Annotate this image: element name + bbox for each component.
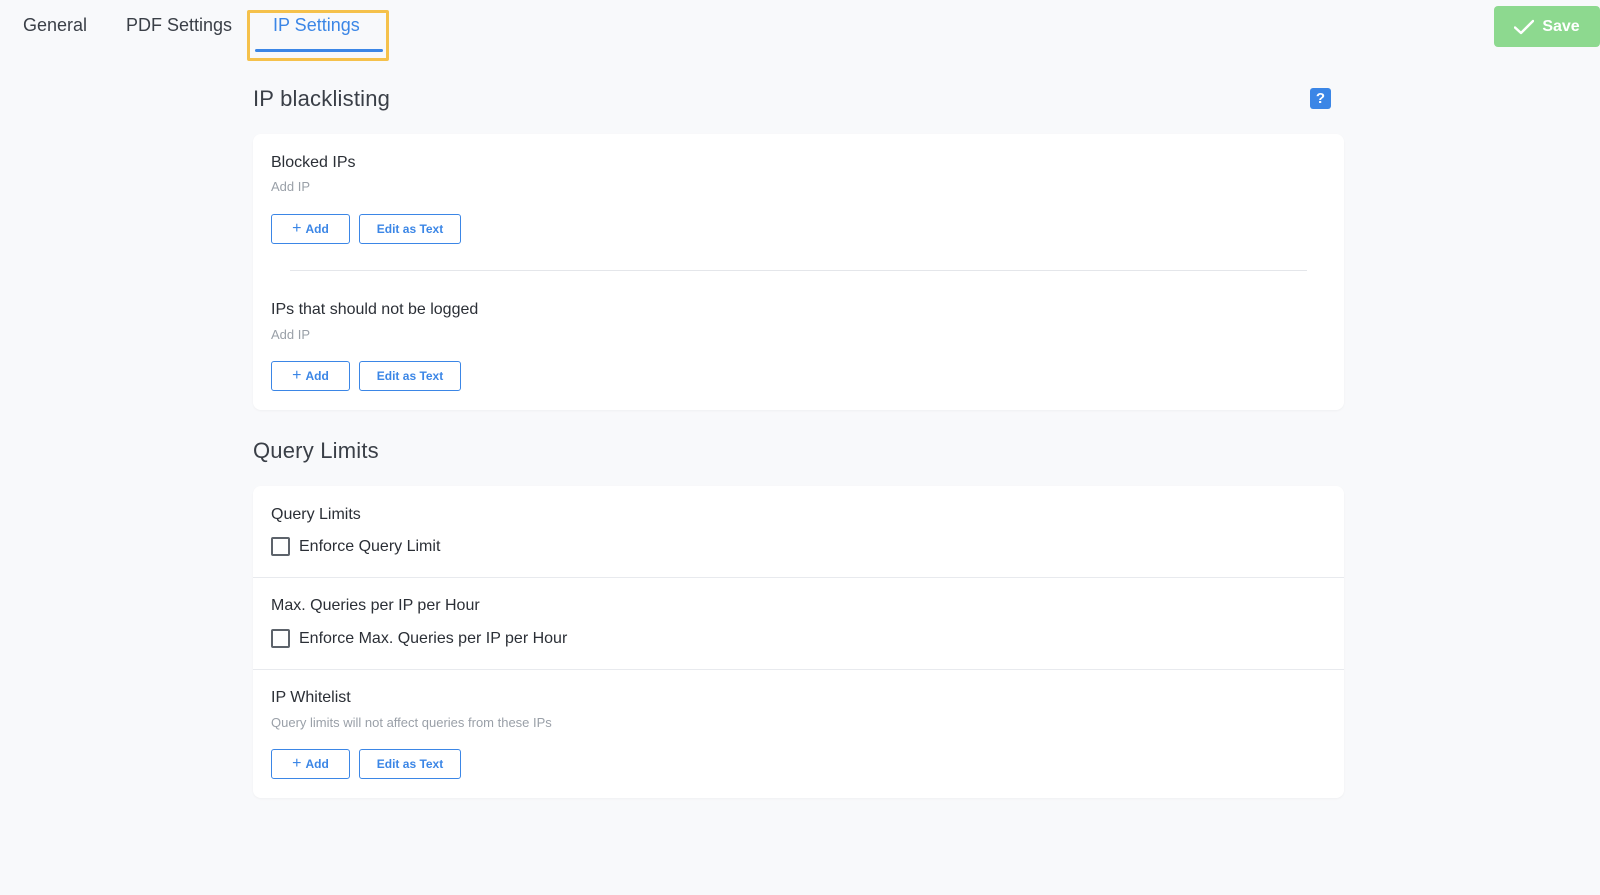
enforce-max-queries-checkbox[interactable]: Enforce Max. Queries per IP per Hour [271,629,567,648]
not-logged-ips-desc: Add IP [271,327,311,342]
blocked-ips-desc: Add IP [271,179,311,194]
tab-general[interactable]: General [23,14,87,36]
max-queries-title: Max. Queries per IP per Hour [271,597,480,614]
checkbox-label: Enforce Max. Queries per IP per Hour [299,629,568,647]
enforce-query-limit-checkbox[interactable]: Enforce Query Limit [271,537,440,556]
save-button[interactable]: Save [1494,6,1600,47]
ip-whitelist-edit-as-text-button[interactable]: Edit as Text [359,749,461,779]
checkbox-label: Enforce Query Limit [299,537,441,555]
divider [290,270,1307,271]
add-label: Add [305,222,329,236]
plus-icon: + [292,367,302,384]
row-divider [253,577,1344,578]
plus-icon: + [292,220,302,237]
not-logged-ips-title: IPs that should not be logged [271,301,479,318]
ip-whitelist-title: IP Whitelist [271,689,351,706]
blocked-ips-title: Blocked IPs [271,154,356,171]
blocked-ips-edit-as-text-button[interactable]: Edit as Text [359,214,461,244]
ip-whitelist-add-button[interactable]: + Add [271,749,350,779]
not-logged-ips-edit-as-text-button[interactable]: Edit as Text [359,361,461,391]
query-limits-card: Query Limits Enforce Query Limit Max. Qu… [253,486,1344,798]
checkbox-box[interactable] [271,629,290,648]
add-label: Add [305,369,329,383]
save-label: Save [1542,17,1580,35]
check-icon [1514,19,1535,35]
tab-highlight-box [247,10,389,61]
row-divider [253,669,1344,670]
ip-blacklisting-card: Blocked IPs Add IP + Add Edit as Text IP… [253,134,1344,410]
checkbox-box[interactable] [271,537,290,556]
not-logged-ips-add-button[interactable]: + Add [271,361,350,391]
section-title-ip-blacklisting: IP blacklisting [253,86,391,111]
plus-icon: + [292,755,302,772]
query-limits-title: Query Limits [271,506,361,523]
blocked-ips-add-button[interactable]: + Add [271,214,350,244]
add-label: Add [305,757,329,771]
ip-whitelist-desc: Query limits will not affect queries fro… [271,715,552,730]
section-title-query-limits: Query Limits [253,438,379,463]
help-icon[interactable]: ? [1310,88,1331,109]
tab-pdf-settings[interactable]: PDF Settings [126,14,232,36]
